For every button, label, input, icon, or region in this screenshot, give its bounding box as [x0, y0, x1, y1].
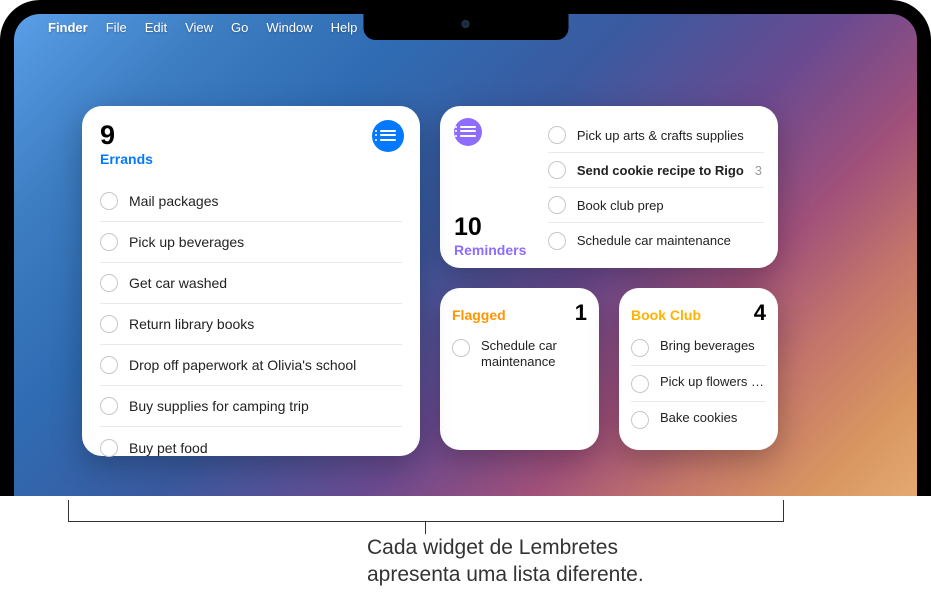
errands-title: Errands	[100, 151, 402, 167]
reminder-item[interactable]: Return library books	[100, 304, 402, 345]
errands-list-icon	[372, 120, 404, 152]
menu-edit[interactable]: Edit	[145, 20, 167, 35]
reminder-label: Buy supplies for camping trip	[129, 398, 309, 414]
reminders-title: Reminders	[454, 242, 536, 258]
reminders-header: 10 Reminders	[454, 118, 536, 260]
reminder-item[interactable]: Get car washed	[100, 263, 402, 304]
reminder-label: Mail packages	[129, 193, 219, 209]
checkbox-icon[interactable]	[100, 192, 118, 210]
reminder-label: Send cookie recipe to Rigo	[577, 163, 744, 178]
checkbox-icon[interactable]	[548, 196, 566, 214]
checkbox-icon[interactable]	[631, 411, 649, 429]
menu-help[interactable]: Help	[331, 20, 358, 35]
reminder-label: Schedule car maintenance	[577, 233, 731, 248]
widget-flagged[interactable]: Flagged 1 Schedule car maintenance	[440, 288, 599, 450]
checkbox-icon[interactable]	[548, 232, 566, 250]
checkbox-icon[interactable]	[100, 274, 118, 292]
checkbox-icon[interactable]	[100, 233, 118, 251]
reminders-items: Pick up arts & crafts supplies Send cook…	[548, 118, 764, 260]
checkbox-icon[interactable]	[548, 161, 566, 179]
reminder-item[interactable]: Schedule car maintenance	[452, 330, 587, 379]
menu-file[interactable]: File	[106, 20, 127, 35]
callout-stem	[425, 522, 426, 534]
reminder-item[interactable]: Schedule car maintenance	[548, 223, 764, 258]
flagged-title: Flagged	[452, 307, 506, 323]
list-icon	[460, 126, 476, 139]
callout-bracket	[68, 500, 784, 522]
checkbox-icon[interactable]	[631, 339, 649, 357]
notch	[363, 14, 568, 40]
errands-count: 9	[100, 122, 402, 149]
flagged-header: Flagged 1	[452, 300, 587, 326]
menu-go[interactable]: Go	[231, 20, 248, 35]
errands-items: Mail packages Pick up beverages Get car …	[100, 181, 402, 468]
list-icon	[380, 130, 396, 143]
reminder-label: Schedule car maintenance	[481, 338, 587, 371]
reminders-count: 10	[454, 213, 536, 242]
menubar-app-name[interactable]: Finder	[48, 20, 88, 35]
camera-icon	[462, 20, 470, 28]
reminder-label: Drop off paperwork at Olivia's school	[129, 357, 356, 373]
reminder-label: Pick up arts & crafts supplies	[577, 128, 744, 143]
checkbox-icon[interactable]	[631, 375, 649, 393]
reminder-item[interactable]: Buy pet food	[100, 427, 402, 468]
reminder-label: Buy pet food	[129, 440, 208, 456]
checkbox-icon[interactable]	[100, 439, 118, 457]
reminder-item[interactable]: Book club prep	[548, 188, 764, 223]
reminder-item[interactable]: Bring beverages	[631, 330, 766, 366]
right-column: 10 Reminders Pick up arts & crafts suppl…	[440, 106, 778, 456]
reminder-item[interactable]: Buy supplies for camping trip	[100, 386, 402, 427]
reminders-list-icon	[454, 118, 482, 146]
menu-view[interactable]: View	[185, 20, 213, 35]
checkbox-icon[interactable]	[100, 356, 118, 374]
callout-line-2: apresenta uma lista diferente.	[367, 563, 644, 586]
device-frame: Finder File Edit View Go Window Help 9 E…	[0, 0, 931, 496]
widget-errands[interactable]: 9 Errands Mail packages Pick up beverage…	[82, 106, 420, 456]
bookclub-title: Book Club	[631, 307, 701, 323]
flagged-count: 1	[575, 300, 587, 326]
reminder-label: Pick up beverages	[129, 234, 244, 250]
reminder-label: Return library books	[129, 316, 254, 332]
reminder-label: Bring beverages	[660, 338, 755, 354]
reminder-item[interactable]: Pick up arts & crafts supplies	[548, 118, 764, 153]
reminder-label: Bake cookies	[660, 410, 737, 426]
reminder-item[interactable]: Mail packages	[100, 181, 402, 222]
callout-text: Cada widget de Lembretes apresenta uma l…	[367, 534, 644, 589]
checkbox-icon[interactable]	[100, 397, 118, 415]
reminder-item[interactable]: Bake cookies	[631, 402, 766, 437]
widgets-area: 9 Errands Mail packages Pick up beverage…	[82, 106, 778, 456]
reminder-label: Pick up flowers f…	[660, 374, 766, 390]
widget-reminders[interactable]: 10 Reminders Pick up arts & crafts suppl…	[440, 106, 778, 268]
reminder-label: Get car washed	[129, 275, 227, 291]
reminder-item[interactable]: Pick up flowers f…	[631, 366, 766, 402]
callout-line-1: Cada widget de Lembretes	[367, 536, 618, 559]
checkbox-icon[interactable]	[100, 315, 118, 333]
widget-book-club[interactable]: Book Club 4 Bring beverages Pick up flow…	[619, 288, 778, 450]
reminder-item[interactable]: Send cookie recipe to Rigo 3	[548, 153, 764, 188]
reminder-item[interactable]: Drop off paperwork at Olivia's school	[100, 345, 402, 386]
checkbox-icon[interactable]	[452, 339, 470, 357]
checkbox-icon[interactable]	[548, 126, 566, 144]
reminder-count-badge: 3	[755, 163, 764, 178]
bookclub-header: Book Club 4	[631, 300, 766, 326]
reminder-label: Book club prep	[577, 198, 664, 213]
bookclub-count: 4	[754, 300, 766, 326]
reminder-item[interactable]: Pick up beverages	[100, 222, 402, 263]
small-widgets-row: Flagged 1 Schedule car maintenance Book …	[440, 288, 778, 450]
menu-window[interactable]: Window	[266, 20, 312, 35]
